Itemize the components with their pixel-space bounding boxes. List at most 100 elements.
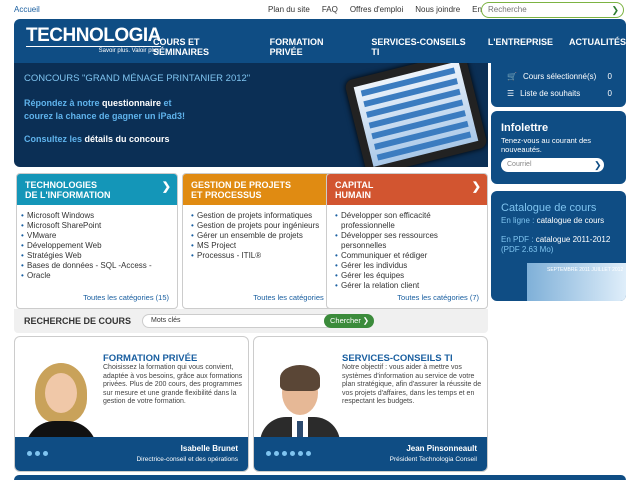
home-link[interactable]: Accueil [14, 5, 40, 14]
site-search-input[interactable] [488, 5, 608, 14]
wishlist-count: 0 [607, 89, 612, 98]
main-nav: COURS ET SÉMINAIRES FORMATION PRIVÉE SER… [153, 37, 626, 57]
nav-courses[interactable]: COURS ET SÉMINAIRES [153, 37, 254, 57]
list-item[interactable]: Communiquer et rédiger [335, 251, 479, 261]
cart-icon: 🛒 [507, 72, 517, 81]
hero-text: Répondez à notre [24, 98, 103, 108]
list-item[interactable]: Oracle [21, 271, 169, 281]
selected-courses-row[interactable]: 🛒 Cours sélectionné(s) 0 [507, 72, 612, 81]
category-list: Gestion de projets informatiques Gestion… [183, 205, 343, 261]
list-item[interactable]: VMware [21, 231, 169, 241]
category-list: Microsoft Windows Microsoft SharePoint V… [17, 205, 177, 281]
nav-news[interactable]: ACTUALITÉS [569, 37, 626, 57]
selected-courses-label-wrap: 🛒 Cours sélectionné(s) [507, 72, 596, 81]
utility-links: Plan du site FAQ Offres d'emploi Nous jo… [268, 5, 498, 14]
hero-line-1: Répondez à notre questionnaire et [24, 98, 172, 108]
catalogue-cover-image[interactable]: SEPTEMBRE 2011 JUILLET 2012 [527, 263, 626, 301]
questionnaire-link[interactable]: questionnaire [102, 98, 161, 108]
list-item[interactable]: Gérer la relation client [335, 281, 479, 291]
carousel-dots[interactable] [266, 451, 311, 456]
all-categories-link[interactable]: Toutes les catégories (15) [83, 293, 169, 302]
hero-text: et [161, 98, 172, 108]
newsletter-submit-icon[interactable]: ❯ [594, 160, 602, 171]
site-search: ❯ [481, 2, 624, 18]
catalogue-online-label: En ligne : [501, 216, 537, 225]
promo-band [15, 437, 248, 471]
wishlist-row[interactable]: ☰ Liste de souhaits 0 [507, 89, 612, 98]
promo-title[interactable]: FORMATION PRIVÉE [103, 353, 197, 364]
category-title: GESTION DE PROJETS [191, 180, 292, 190]
hero-text: Consultez les [24, 134, 85, 144]
list-item[interactable]: Processus - ITIL® [191, 251, 335, 261]
contest-details-link[interactable]: détails du concours [85, 134, 170, 144]
promo-person-name: Jean Pinsonneault [406, 444, 477, 453]
list-item[interactable]: Microsoft Windows [21, 211, 169, 221]
list-item[interactable]: Gestion de projets pour ingénieurs [191, 221, 335, 231]
course-search-bar: RECHERCHE DE COURS Mots clés Chercher ❯ [14, 309, 488, 333]
nav-private-training[interactable]: FORMATION PRIVÉE [270, 37, 356, 57]
sitemap-link[interactable]: Plan du site [268, 5, 310, 14]
catalogue-panel: Catalogue de cours En ligne : catalogue … [491, 191, 626, 301]
wishlist-label-wrap: ☰ Liste de souhaits [507, 89, 580, 98]
catalogue-cover-text: SEPTEMBRE 2011 JUILLET 2012 [547, 267, 624, 273]
list-item[interactable]: Développer ses ressources [335, 231, 479, 241]
list-item[interactable]: Gestion de projets informatiques [191, 211, 335, 221]
category-projects-header[interactable]: GESTION DE PROJETS ET PROCESSUS ❯ [183, 174, 343, 205]
course-search-label: RECHERCHE DE COURS [24, 316, 132, 326]
list-item[interactable]: Stratégies Web [21, 251, 169, 261]
list-item[interactable]: Microsoft SharePoint [21, 221, 169, 231]
promo-text: Choisissez la formation qui vous convien… [103, 364, 243, 405]
course-search-button[interactable]: Chercher ❯ [324, 314, 374, 328]
category-projects: GESTION DE PROJETS ET PROCESSUS ❯ Gestio… [182, 173, 344, 309]
promo-consulting[interactable]: SERVICES-CONSEILS TI Notre objectif : vo… [253, 336, 488, 472]
list-item[interactable]: Développement Web [21, 241, 169, 251]
logo-text: TECHNOLOGIA [26, 25, 161, 46]
newsletter-panel: Infolettre Tenez-vous au courant des nou… [491, 111, 626, 184]
promo-title[interactable]: SERVICES-CONSEILS TI [342, 353, 453, 364]
catalogue-pdf-label: En PDF : [501, 235, 536, 244]
catalogue-online-link[interactable]: catalogue de cours [537, 216, 605, 225]
wishlist-label: Liste de souhaits [520, 89, 581, 98]
category-title: DE L'INFORMATION [25, 190, 111, 200]
tablet-image [343, 63, 488, 167]
nav-company[interactable]: L'ENTREPRISE [488, 37, 553, 57]
logo[interactable]: TECHNOLOGIA Savoir plus. Valoir plus. [26, 25, 161, 54]
catalogue-pdf: En PDF : catalogue 2011-2012 [501, 235, 610, 244]
hero-title: CONCOURS "GRAND MÉNAGE PRINTANIER 2012" [24, 73, 251, 84]
category-title: TECHNOLOGIES [25, 180, 98, 190]
list-item-continued[interactable]: professionnelle [341, 221, 479, 231]
list-item[interactable]: Gérer les équipes [335, 271, 479, 281]
search-arrow-icon[interactable]: ❯ [611, 5, 619, 16]
category-title: CAPITAL [335, 180, 374, 190]
list-item[interactable]: Bases de données - SQL -Access - [21, 261, 169, 271]
newsletter-email-input[interactable]: Courriel [501, 158, 604, 172]
promo-private-training[interactable]: FORMATION PRIVÉE Choisissez la formation… [14, 336, 249, 472]
list-item[interactable]: Développer son efficacité [335, 211, 479, 221]
promo-person-role: Directrice-conseil et des opérations [136, 456, 238, 463]
list-item-continued[interactable]: personnelles [341, 241, 479, 251]
jobs-link[interactable]: Offres d'emploi [350, 5, 403, 14]
chevron-right-icon: ❯ [471, 181, 481, 193]
category-title: HUMAIN [335, 190, 371, 200]
list-item[interactable]: Gérer les individus [335, 261, 479, 271]
selected-courses-label: Cours sélectionné(s) [522, 72, 597, 81]
contact-link[interactable]: Nous joindre [415, 5, 460, 14]
category-it-header[interactable]: TECHNOLOGIES DE L'INFORMATION ❯ [17, 174, 177, 205]
faq-link[interactable]: FAQ [322, 5, 338, 14]
list-icon: ☰ [507, 89, 515, 98]
promo-person-name: Isabelle Brunet [180, 444, 238, 453]
logo-tagline: Savoir plus. Valoir plus. [26, 46, 161, 54]
list-item[interactable]: MS Project [191, 241, 335, 251]
all-categories-link[interactable]: Toutes les catégories (7) [397, 293, 479, 302]
nav-consulting[interactable]: SERVICES-CONSEILS TI [371, 37, 472, 57]
list-item[interactable]: Gérer un ensemble de projets [191, 231, 335, 241]
cart-panel: 🛒 Cours sélectionné(s) 0 ☰ Liste de souhai… [491, 63, 626, 107]
hero-banner[interactable]: CONCOURS "GRAND MÉNAGE PRINTANIER 2012" … [14, 63, 488, 167]
course-search-input[interactable]: Mots clés [142, 314, 334, 328]
carousel-dots[interactable] [27, 451, 48, 456]
top-utility-bar: Accueil Plan du site FAQ Offres d'emploi… [0, 0, 640, 20]
category-human-capital-header[interactable]: CAPITAL HUMAIN ❯ [327, 174, 487, 205]
all-categories-link[interactable]: Toutes les catégories (5) [253, 293, 335, 302]
catalogue-pdf-link[interactable]: catalogue 2011-2012 [536, 235, 611, 244]
hero-line-2: courez la chance de gagner un iPad3! [24, 111, 186, 121]
